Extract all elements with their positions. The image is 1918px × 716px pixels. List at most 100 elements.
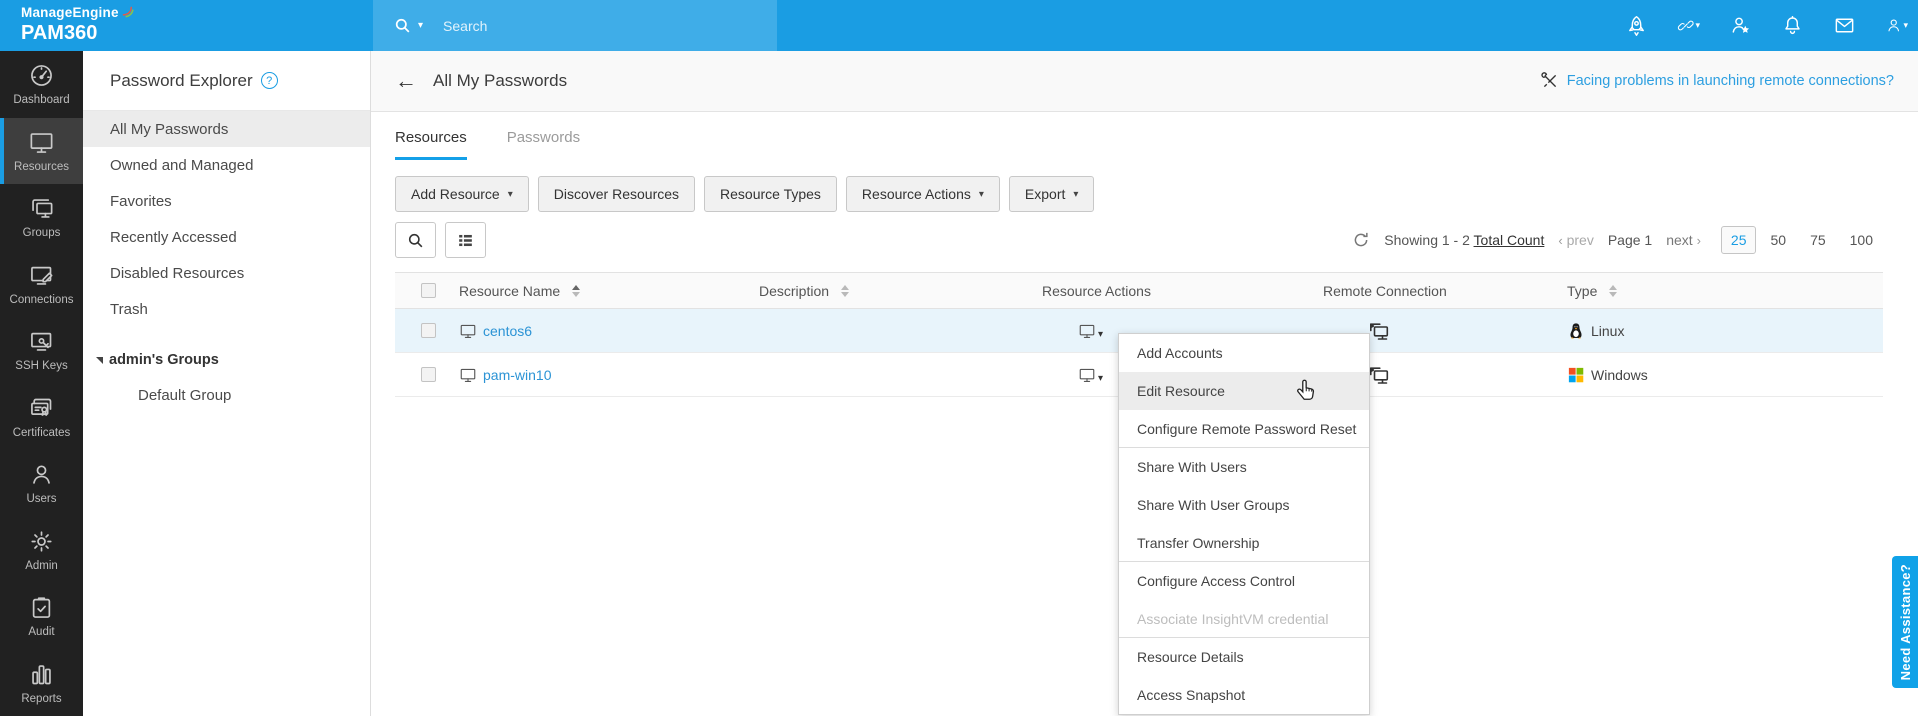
explorer-item-disabled-resources[interactable]: Disabled Resources xyxy=(83,255,370,291)
refresh-icon[interactable] xyxy=(1352,231,1370,249)
sidebar-item-admin[interactable]: Admin xyxy=(0,517,83,584)
primary-sidebar: Dashboard Resources Groups Connections SSH K… xyxy=(0,51,83,716)
search-scope-caret-icon[interactable]: ▾ xyxy=(418,20,423,31)
sort-icon[interactable] xyxy=(841,284,850,297)
select-all-checkbox[interactable] xyxy=(421,283,436,298)
menu-item-share-with-users[interactable]: Share With Users xyxy=(1119,448,1369,486)
brand-logo[interactable]: ManageEngine PAM360 xyxy=(21,5,134,45)
remote-connection-icon[interactable] xyxy=(1367,319,1391,343)
export-button[interactable]: Export ▾ xyxy=(1008,176,1095,212)
prev-page-button[interactable]: ‹ prev xyxy=(1558,232,1593,248)
brand-swoosh-icon xyxy=(121,5,134,21)
sidebar-item-label: Resources xyxy=(14,160,69,173)
sidebar-item-ssh-keys[interactable]: SSH Keys xyxy=(0,317,83,384)
resource-type-label: Windows xyxy=(1591,366,1648,383)
user-star-icon[interactable] xyxy=(1729,14,1752,37)
link-icon[interactable]: ▾ xyxy=(1677,14,1700,37)
sort-icon[interactable] xyxy=(1609,284,1618,297)
global-search: ▾ xyxy=(373,0,777,51)
sidebar-item-groups[interactable]: Groups xyxy=(0,184,83,251)
next-page-button[interactable]: next › xyxy=(1666,232,1701,248)
row-checkbox[interactable] xyxy=(421,323,436,338)
resource-actions-button[interactable]: Resource Actions ▾ xyxy=(845,176,1000,212)
sidebar-item-connections[interactable]: Connections xyxy=(0,251,83,318)
remote-connection-icon[interactable] xyxy=(1367,363,1391,387)
menu-item-resource-details[interactable]: Resource Details xyxy=(1119,638,1369,676)
user-icon[interactable]: ▾ xyxy=(1885,14,1908,37)
sidebar-item-label: SSH Keys xyxy=(15,360,68,373)
sidebar-item-dashboard[interactable]: Dashboard xyxy=(0,51,83,118)
need-assistance-tab[interactable]: Need Assistance? xyxy=(1892,556,1918,688)
menu-item-share-with-user-groups[interactable]: Share With User Groups xyxy=(1119,486,1369,524)
mail-icon[interactable] xyxy=(1833,14,1856,37)
monitor-icon xyxy=(459,322,477,340)
total-count-link[interactable]: Total Count xyxy=(1474,232,1545,248)
sidebar-item-resources[interactable]: Resources xyxy=(0,117,83,184)
showing-count: Showing 1 - 2 Total Count xyxy=(1384,232,1545,248)
page-size-75[interactable]: 75 xyxy=(1800,226,1836,254)
explorer-title: Password Explorer xyxy=(110,70,253,90)
explorer-item-owned-and-managed[interactable]: Owned and Managed xyxy=(83,147,370,183)
tab-passwords[interactable]: Passwords xyxy=(507,129,580,160)
chevron-down-icon: ▾ xyxy=(507,188,513,200)
discover-resources-button[interactable]: Discover Resources xyxy=(537,176,696,212)
chevron-down-icon: ▾ xyxy=(1903,20,1908,30)
explorer-item-favorites[interactable]: Favorites xyxy=(83,183,370,219)
explorer-item-recently-accessed[interactable]: Recently Accessed xyxy=(83,219,370,255)
explorer-item-trash[interactable]: Trash xyxy=(83,291,370,327)
search-icon[interactable] xyxy=(393,16,412,35)
rocket-icon[interactable] xyxy=(1625,14,1648,37)
chevron-down-icon: ▾ xyxy=(1695,20,1700,30)
menu-item-edit-resource[interactable]: Edit Resource xyxy=(1119,372,1369,410)
help-icon[interactable]: ? xyxy=(260,72,278,89)
windows-icon xyxy=(1567,366,1585,384)
search-input[interactable] xyxy=(443,17,744,34)
resource-actions-dropdown[interactable]: ▾ xyxy=(1078,322,1103,340)
tree-expand-icon[interactable] xyxy=(96,356,103,364)
page-size-100[interactable]: 100 xyxy=(1840,226,1883,254)
back-arrow-icon[interactable]: ← xyxy=(395,70,417,92)
sort-icon[interactable] xyxy=(572,284,581,297)
menu-item-add-accounts[interactable]: Add Accounts xyxy=(1119,334,1369,372)
remote-connection-help-link[interactable]: Facing problems in launching remote conn… xyxy=(1541,72,1894,90)
column-chooser-button[interactable] xyxy=(445,222,486,258)
column-header-resource-name: Resource Name xyxy=(459,282,561,299)
chevron-down-icon: ▾ xyxy=(978,188,984,200)
gear-icon xyxy=(28,528,55,555)
explorer-item-default-group[interactable]: Default Group xyxy=(83,377,370,413)
add-resource-button[interactable]: Add Resource ▾ xyxy=(395,176,529,212)
page-size-25[interactable]: 25 xyxy=(1720,226,1757,254)
explorer-item-all-my-passwords[interactable]: All My Passwords xyxy=(83,111,370,147)
menu-item-transfer-ownership[interactable]: Transfer Ownership xyxy=(1119,524,1369,562)
bell-icon[interactable] xyxy=(1781,14,1804,37)
table-search-button[interactable] xyxy=(395,222,436,258)
page-indicator: Page 1 xyxy=(1607,232,1653,248)
topbar-icon-group: ▾ ▾ xyxy=(1625,0,1908,51)
resource-types-button[interactable]: Resource Types xyxy=(704,176,837,212)
resource-name-link[interactable]: pam-win10 xyxy=(483,367,551,383)
sidebar-item-certificates[interactable]: Certificates xyxy=(0,384,83,451)
menu-item-access-snapshot[interactable]: Access Snapshot xyxy=(1119,676,1369,714)
resource-actions-dropdown[interactable]: ▾ xyxy=(1078,366,1103,384)
menu-item-configure-access-control[interactable]: Configure Access Control xyxy=(1119,562,1369,600)
sidebar-item-audit[interactable]: Audit xyxy=(0,583,83,650)
sidebar-item-label: Certificates xyxy=(12,426,71,439)
pagination: Showing 1 - 2 Total Count ‹ prev Page 1 … xyxy=(1352,222,1883,258)
row-checkbox[interactable] xyxy=(421,367,436,382)
column-header-description: Description xyxy=(759,282,830,299)
monitor-pen-icon xyxy=(28,262,55,289)
sidebar-item-reports[interactable]: Reports xyxy=(0,650,83,716)
menu-item-configure-remote-password-reset[interactable]: Configure Remote Password Reset xyxy=(1119,410,1369,448)
sidebar-item-label: Groups xyxy=(22,227,61,240)
sidebar-item-label: Dashboard xyxy=(13,94,70,107)
tab-resources[interactable]: Resources xyxy=(395,129,467,160)
password-explorer-panel: Password Explorer ? All My Passwords Owne… xyxy=(83,51,371,716)
monitors-icon xyxy=(28,195,55,222)
explorer-group-admins-groups[interactable]: admin's Groups xyxy=(83,343,370,377)
top-bar: ManageEngine PAM360 ▾ ▾▾ xyxy=(0,0,1918,51)
page-size-50[interactable]: 50 xyxy=(1760,226,1796,254)
gauge-icon xyxy=(28,62,55,89)
resource-name-link[interactable]: centos6 xyxy=(483,323,532,339)
sidebar-item-users[interactable]: Users xyxy=(0,450,83,517)
button-label: Resource Actions xyxy=(861,186,971,202)
